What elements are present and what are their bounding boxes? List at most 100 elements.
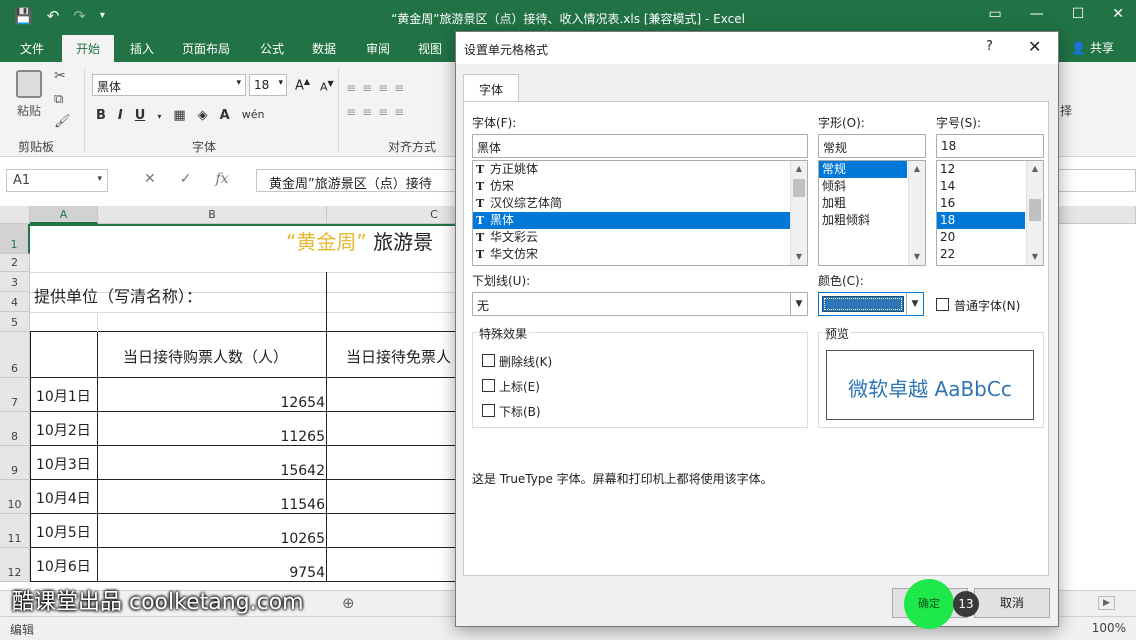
row-header-12[interactable]: 12 (0, 548, 30, 582)
alignment-icons[interactable]: ≡≡≡≡ ≡≡≡≡ (346, 76, 446, 124)
superscript-checkbox[interactable] (482, 379, 495, 392)
tab-font[interactable]: 字体 (463, 74, 519, 102)
column-header-a[interactable]: A (30, 206, 98, 224)
size-list-scrollbar[interactable]: ▲ ▼ (1026, 161, 1043, 265)
bold-button[interactable]: B (96, 108, 106, 123)
font-list-item[interactable]: T 华文彩云 (473, 229, 807, 246)
size-list[interactable]: 12 14 16 18 20 22 ▲ ▼ (936, 160, 1044, 266)
name-box[interactable]: A1 ▾ (6, 169, 108, 192)
scroll-thumb[interactable] (1029, 199, 1041, 221)
scroll-down-icon[interactable]: ▼ (909, 249, 925, 265)
font-label: 字体(F): (472, 116, 517, 130)
tab-file[interactable]: 文件 (20, 40, 44, 57)
font-list[interactable]: T 方正姚体 T 仿宋 T 汉仪综艺体简 T 黑体 T 华文彩云 T 华文仿宋 ▲ ▼ (472, 160, 808, 266)
sheet-title: “黄金周” 旅游景 (286, 230, 434, 254)
column-header-b[interactable]: B (98, 206, 327, 224)
font-size-combobox[interactable]: 18 ▾ (249, 74, 287, 96)
row-header-10[interactable]: 10 (0, 480, 30, 514)
scroll-down-icon[interactable]: ▼ (1027, 249, 1043, 265)
underline-combobox[interactable]: 无 ▼ (472, 292, 808, 316)
cancel-icon[interactable]: ✕ (144, 171, 156, 187)
row-header-1[interactable]: 1 (0, 224, 30, 254)
copy-icon[interactable]: ⧉ (54, 92, 63, 107)
insert-function-icon[interactable]: fx (215, 171, 228, 187)
row-header-2[interactable]: 2 (0, 254, 30, 272)
scroll-down-icon[interactable]: ▼ (791, 249, 807, 265)
enter-icon[interactable]: ✓ (180, 171, 192, 187)
tab-formulas[interactable]: 公式 (260, 40, 284, 57)
close-window-icon[interactable]: ✕ (1112, 6, 1124, 22)
tab-view[interactable]: 视图 (418, 40, 442, 57)
font-name-combobox[interactable]: 黑体 ▾ (92, 74, 246, 96)
scroll-up-icon[interactable]: ▲ (909, 161, 925, 177)
maximize-icon[interactable]: ☐ (1072, 6, 1085, 22)
fill-color-icon[interactable]: ◈ (198, 108, 208, 123)
color-picker[interactable]: ▼ (818, 292, 924, 316)
row-header-5[interactable]: 5 (0, 312, 30, 332)
paste-button[interactable]: 粘贴 (12, 70, 46, 130)
add-sheet-icon[interactable]: ⊕ (342, 594, 355, 612)
format-painter-icon[interactable]: 🖌 (54, 114, 71, 129)
help-icon[interactable]: ? (986, 39, 993, 54)
font-input[interactable]: 黑体 (472, 134, 808, 158)
style-list[interactable]: 常规 倾斜 加粗 加粗倾斜 ▲ ▼ (818, 160, 926, 266)
row-header-6[interactable]: 6 (0, 332, 30, 378)
gridline (97, 312, 98, 332)
scroll-up-icon[interactable]: ▲ (1027, 161, 1043, 177)
font-list-item-selected[interactable]: T 黑体 (473, 212, 807, 229)
row-header-9[interactable]: 9 (0, 446, 30, 480)
font-list-item[interactable]: T 仿宋 (473, 178, 807, 195)
share-button[interactable]: 👤 共享 (1071, 39, 1114, 56)
tab-home[interactable]: 开始 (62, 35, 115, 62)
scroll-up-icon[interactable]: ▲ (791, 161, 807, 177)
cut-icon[interactable]: ✂ (54, 68, 66, 84)
chevron-down-icon[interactable]: ▼ (790, 293, 807, 315)
chevron-down-icon[interactable]: ▾ (157, 108, 161, 123)
size-list-item-selected[interactable]: 18 (937, 212, 1025, 229)
zoom-level[interactable]: 100% (1092, 621, 1126, 635)
tab-review[interactable]: 审阅 (366, 40, 390, 57)
scroll-thumb[interactable] (793, 179, 805, 197)
font-list-scrollbar[interactable]: ▲ ▼ (790, 161, 807, 265)
font-list-item[interactable]: T 方正姚体 (473, 161, 807, 178)
style-input[interactable]: 常规 (818, 134, 926, 158)
window-title: “黄金周”旅游景区（点）接待、收入情况表.xls [兼容模式] - Excel (391, 12, 745, 26)
minimize-icon[interactable]: — (1030, 6, 1044, 22)
close-icon[interactable]: ✕ (1028, 37, 1041, 56)
ribbon-display-icon[interactable]: ▭ (988, 6, 1001, 22)
date-cell: 10月1日 (36, 389, 91, 405)
subscript-checkbox[interactable] (482, 404, 495, 417)
normal-font-checkbox[interactable] (936, 298, 949, 311)
table-border (30, 331, 460, 332)
tab-data[interactable]: 数据 (312, 40, 336, 57)
strikethrough-checkbox[interactable] (482, 354, 495, 367)
row-header-11[interactable]: 11 (0, 514, 30, 548)
border-icon[interactable]: ▦ (173, 108, 185, 123)
scroll-right-icon[interactable]: ▶ (1098, 596, 1115, 610)
row-header-3[interactable]: 3 (0, 272, 30, 292)
value-cell: 11265 (280, 429, 325, 445)
font-list-item[interactable]: T 华文仿宋 (473, 246, 807, 263)
row-header-7[interactable]: 7 (0, 378, 30, 412)
select-all-corner[interactable] (0, 206, 30, 224)
truetype-info: 这是 TrueType 字体。屏幕和打印机上都将使用该字体。 (472, 472, 773, 486)
style-list-item-selected[interactable]: 常规 (819, 161, 907, 178)
style-list-scrollbar[interactable]: ▲ ▼ (908, 161, 925, 265)
tab-page-layout[interactable]: 页面布局 (182, 40, 230, 57)
user-icon: 👤 (1071, 41, 1087, 55)
row-header-4[interactable]: 4 (0, 292, 30, 312)
underline-button[interactable]: U (135, 108, 146, 123)
row-header-8[interactable]: 8 (0, 412, 30, 446)
value-cell: 9754 (289, 565, 325, 581)
italic-button[interactable]: I (118, 108, 123, 123)
grow-font-icon[interactable]: A▲ (295, 77, 310, 93)
size-input[interactable]: 18 (936, 134, 1044, 158)
tab-insert[interactable]: 插入 (130, 40, 154, 57)
font-color-icon[interactable]: A (220, 108, 230, 123)
shrink-font-icon[interactable]: A▼ (320, 79, 334, 94)
phonetic-icon[interactable]: wén (242, 108, 265, 123)
chevron-down-icon[interactable]: ▼ (906, 293, 923, 315)
font-list-item[interactable]: T 汉仪综艺体简 (473, 195, 807, 212)
color-label: 颜色(C): (818, 274, 864, 288)
cancel-button[interactable]: 取消 (974, 588, 1050, 618)
